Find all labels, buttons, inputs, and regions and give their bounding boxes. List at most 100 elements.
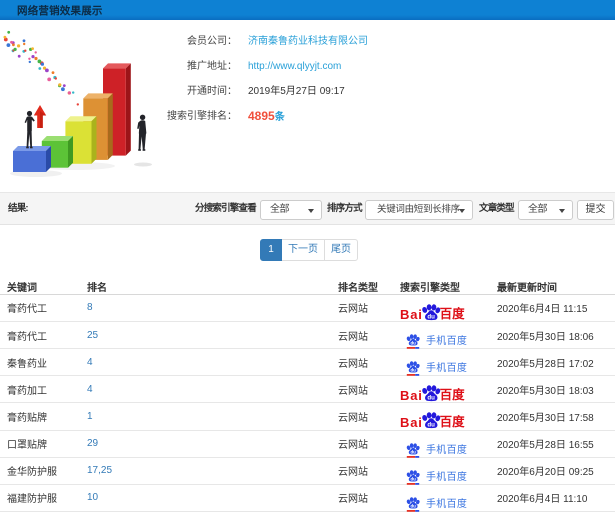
up-arrow: [33, 105, 47, 128]
last-page-button[interactable]: 尾页: [324, 239, 358, 261]
article-type-select-arrow-icon: [559, 209, 565, 213]
table-row: 口罩贴牌 29 云网站 Bai du 百度 du: [0, 431, 615, 458]
baidu-logo-bai-text: Bai: [400, 415, 423, 431]
engine-select[interactable]: 全部: [260, 200, 322, 220]
baidu-logo-du-text: 百度: [439, 415, 465, 430]
rank-link[interactable]: 29: [87, 438, 98, 449]
rankcount-unit: 条: [274, 112, 285, 123]
updated-time-cell: 2020年5月30日 17:58: [497, 412, 594, 424]
rank-link[interactable]: 10: [87, 492, 98, 503]
mobile-baidu-logo: du 手机百度: [406, 440, 468, 458]
keyword-cell: 膏药加工: [7, 385, 47, 397]
bar-chart-illustration: [3, 30, 152, 177]
table-row: 膏药加工 4 云网站 Bai du 百度 du: [0, 376, 615, 404]
table-row: 福建防护服 10 云网站 Bai du 百度 du: [0, 485, 615, 512]
rank-type-cell: 云网站: [338, 385, 368, 397]
engine-filter-label: 分搜索引擎查看: [195, 203, 257, 214]
title-bar: 网络营销效果展示: [0, 0, 615, 20]
businessman-on-bar: [24, 110, 35, 149]
promo-url-link[interactable]: http://www.qlyyjt.com: [248, 61, 341, 72]
baidu-paw-icon: du: [421, 385, 440, 402]
baidu-paw-icon: du: [421, 412, 440, 429]
rankcount-number: 4895: [248, 109, 275, 123]
mobile-baidu-paw-icon: du: [406, 334, 420, 349]
col-rank-type: 排名类型: [338, 282, 378, 294]
rank-type-cell: 云网站: [338, 467, 368, 479]
page-1-button[interactable]: 1: [260, 239, 282, 261]
svg-text:du: du: [411, 368, 417, 373]
rank-type-cell: 云网站: [338, 440, 368, 452]
field-opened-label: 开通时间：: [187, 86, 237, 97]
svg-text:du: du: [411, 503, 417, 508]
rank-link[interactable]: 4: [87, 384, 93, 395]
filter-bar: 结果: 分搜索引擎查看 全部 排序方式 关键词由短到长排序 文章类型 全部 提交: [0, 192, 615, 225]
field-rankcount-label: 搜索引擎排名：: [167, 111, 237, 122]
rank-link[interactable]: 1: [87, 411, 93, 422]
col-keyword: 关键词: [7, 282, 37, 294]
engine-select-arrow-icon: [308, 209, 314, 213]
keyword-cell: 口罩贴牌: [7, 440, 47, 452]
keyword-cell: 膏药代工: [7, 304, 47, 316]
company-link[interactable]: 济南秦鲁药业科技有限公司: [248, 36, 368, 47]
rank-type-cell: 云网站: [338, 494, 368, 506]
col-engine-type: 搜索引擎类型: [400, 282, 460, 294]
table-header-row: 关键词 排名 排名类型 搜索引擎类型 最新更新时间: [0, 272, 615, 295]
mobile-baidu-label: 手机百度: [426, 444, 468, 456]
mobile-baidu-logo: du 手机百度: [406, 331, 467, 349]
table-row: 膏药代工 8 云网站 Bai du 百度 du: [0, 295, 615, 322]
sort-select-value: 关键词由短到长排序: [377, 204, 460, 215]
svg-text:du: du: [411, 449, 417, 454]
keyword-cell: 秦鲁药业: [7, 358, 47, 370]
baidu-logo: Bai du 百度: [400, 303, 465, 322]
bar-blue: [13, 146, 51, 172]
sort-select[interactable]: 关键词由短到长排序: [365, 200, 473, 220]
field-url-label: 推广地址：: [187, 61, 237, 72]
updated-time-cell: 2020年6月20日 09:25: [497, 467, 594, 479]
rank-type-cell: 云网站: [338, 412, 368, 424]
sort-label: 排序方式: [327, 203, 363, 214]
baidu-logo-du-text: 百度: [439, 388, 465, 403]
rank-link[interactable]: 4: [87, 357, 93, 368]
mobile-baidu-paw-icon: du: [406, 442, 420, 458]
submit-button[interactable]: 提交: [577, 200, 614, 220]
field-opened: 开通时间： 2019年5月27日 09:17: [170, 85, 615, 98]
pagination: 1 下一页 尾页: [0, 239, 615, 261]
mobile-baidu-label: 手机百度: [426, 498, 468, 510]
field-company-label: 会员公司：: [187, 36, 237, 47]
baidu-logo-du-text: 百度: [439, 306, 465, 321]
svg-text:du: du: [427, 313, 435, 320]
table-row: 秦鲁药业 4 云网站 Bai du 百度 du: [0, 349, 615, 377]
mobile-baidu-logo: du 手机百度: [406, 358, 468, 376]
svg-text:du: du: [411, 476, 417, 481]
updated-time-cell: 2020年6月4日 11:10: [497, 494, 588, 506]
rank-type-cell: 云网站: [338, 331, 368, 343]
svg-text:du: du: [411, 341, 417, 346]
updated-time-cell: 2020年5月28日 16:55: [497, 440, 594, 452]
page-title: 网络营销效果展示: [17, 5, 103, 17]
mobile-baidu-paw-icon: du: [406, 497, 420, 512]
svg-text:du: du: [427, 395, 435, 402]
table-row: 膏药贴牌 1 云网站 Bai du 百度 du: [0, 403, 615, 431]
rank-link[interactable]: 17,25: [87, 465, 112, 476]
article-type-label: 文章类型: [479, 203, 515, 214]
mobile-baidu-label: 手机百度: [426, 471, 468, 483]
keyword-cell: 膏药贴牌: [7, 412, 47, 424]
updated-time-cell: 2020年6月4日 11:15: [497, 304, 588, 316]
table-row: 膏药代工 25 云网站 Bai du 百度 du: [0, 322, 615, 350]
mobile-baidu-label: 手机百度: [426, 363, 468, 375]
baidu-paw-icon: du: [421, 303, 440, 320]
baidu-logo: Bai du 百度: [400, 385, 465, 402]
next-page-button[interactable]: 下一页: [281, 239, 325, 261]
rankcount-value: 4895条: [248, 110, 285, 124]
article-type-select[interactable]: 全部: [518, 200, 573, 220]
engine-select-value: 全部: [270, 204, 290, 215]
rank-link[interactable]: 25: [87, 330, 98, 341]
baidu-logo-bai-text: Bai: [400, 306, 423, 322]
mobile-baidu-logo: du 手机百度: [406, 494, 468, 512]
updated-time-cell: 2020年5月30日 18:03: [497, 385, 594, 397]
rank-link[interactable]: 8: [87, 302, 93, 313]
mobile-baidu-paw-icon: du: [406, 361, 420, 376]
company-info: 会员公司： 济南秦鲁药业科技有限公司 推广地址： http://www.qlyy…: [167, 20, 615, 185]
article-type-select-value: 全部: [528, 204, 548, 215]
keyword-cell: 福建防护服: [7, 494, 57, 506]
